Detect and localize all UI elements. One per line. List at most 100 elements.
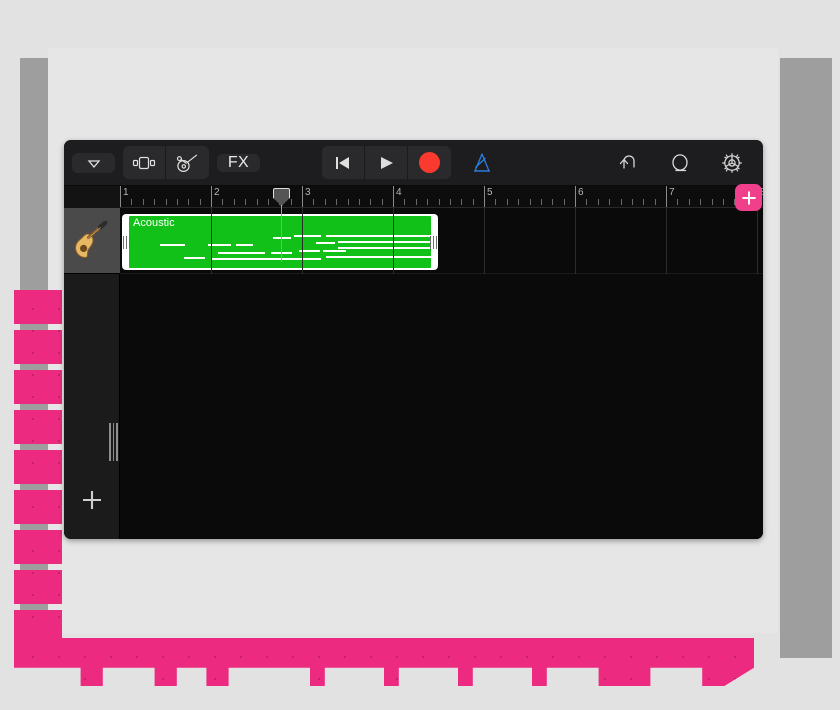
ruler-bar-number: 2 — [214, 187, 220, 198]
settings-button[interactable] — [709, 150, 755, 176]
transport-group — [322, 146, 451, 179]
ruler-sub-tick — [165, 199, 167, 205]
ruler-sub-tick — [381, 199, 383, 205]
ruler-sub-tick — [142, 199, 144, 205]
undo-button[interactable] — [605, 152, 651, 174]
region-left-handle[interactable] — [123, 236, 130, 249]
plus-icon — [83, 491, 101, 509]
ruler-sub-tick — [722, 199, 724, 205]
record-icon — [419, 152, 440, 173]
ruler-sub-tick — [438, 199, 440, 205]
guitar-icon — [176, 154, 197, 172]
lane-gridline — [393, 208, 394, 274]
ruler-bar-number: 6 — [578, 187, 584, 198]
view-group — [123, 146, 209, 179]
plus-icon — [741, 190, 756, 205]
toolbar-right-group — [605, 150, 755, 176]
lane-gridline — [484, 208, 485, 274]
timeline-ruler[interactable]: 12345678 — [120, 186, 763, 208]
ruler-sub-tick — [324, 199, 326, 205]
add-region-button[interactable] — [735, 184, 762, 211]
ruler-sub-tick — [643, 199, 645, 205]
tracks-view-icon — [132, 156, 156, 169]
gear-icon — [722, 152, 742, 173]
ruler-sub-tick — [427, 199, 429, 205]
midi-note — [212, 258, 322, 260]
ruler-sub-tick — [449, 199, 451, 205]
ruler-sub-tick — [245, 199, 247, 205]
ruler-sub-tick — [176, 199, 178, 205]
ruler-sub-tick — [620, 199, 622, 205]
ruler-sub-tick — [597, 199, 599, 205]
ruler-ticks: 12345678 — [120, 186, 763, 207]
play-button[interactable] — [365, 146, 408, 179]
midi-note — [326, 235, 431, 237]
ruler-sub-tick — [131, 199, 133, 205]
midi-note — [273, 237, 292, 239]
ruler-sub-tick — [529, 199, 531, 205]
rewind-button[interactable] — [322, 146, 365, 179]
ruler-sub-tick — [688, 199, 690, 205]
ruler-sub-tick — [358, 199, 360, 205]
toolbar-left-group: FX — [72, 146, 260, 179]
region-body: Acoustic — [129, 216, 431, 268]
ruler-sub-tick — [472, 199, 474, 205]
ruler-sub-tick — [506, 199, 508, 205]
midi-note — [294, 235, 322, 237]
decorative-gray-bar-right — [780, 58, 832, 658]
ruler-sub-tick — [336, 199, 338, 205]
ruler-bar-number: 5 — [487, 187, 493, 198]
ruler-bar-number: 1 — [123, 187, 129, 198]
midi-note — [160, 244, 185, 246]
midi-note — [316, 242, 335, 244]
daw-window: FX 1 2 3 4 5 6 7 Acoustic — [64, 140, 763, 539]
metronome-icon — [474, 152, 490, 172]
ruler-sub-tick — [563, 199, 565, 205]
lane-gridline — [575, 208, 576, 274]
ruler-sub-tick — [586, 199, 588, 205]
midi-note — [323, 250, 347, 252]
region-label: Acoustic — [133, 217, 175, 229]
decorative-pink-band-vertical — [14, 290, 62, 650]
loop-icon — [672, 153, 688, 171]
instrument-button[interactable] — [166, 146, 209, 179]
ruler-sub-tick — [188, 199, 190, 205]
fx-label: FX — [227, 153, 250, 171]
record-button[interactable] — [408, 146, 451, 179]
region-acoustic[interactable]: Acoustic — [122, 214, 438, 270]
track-view-toggle[interactable] — [123, 146, 166, 179]
ruler-sub-tick — [461, 199, 463, 205]
ruler-sub-tick — [609, 199, 611, 205]
lane-gridline — [757, 208, 758, 274]
metronome-button[interactable] — [459, 151, 505, 175]
midi-note — [271, 252, 293, 254]
region-right-handle[interactable] — [430, 236, 437, 249]
midi-note — [350, 247, 431, 249]
ruler-bar-number: 4 — [396, 187, 402, 198]
ruler-sub-tick — [540, 199, 542, 205]
add-track-button[interactable] — [64, 487, 120, 513]
loop-button[interactable] — [657, 151, 703, 175]
midi-note — [184, 257, 205, 259]
ruler-sub-tick — [370, 199, 372, 205]
ruler-sub-tick — [677, 199, 679, 205]
ruler-sub-tick — [711, 199, 713, 205]
ruler-sub-tick — [313, 199, 315, 205]
fx-button[interactable]: FX — [217, 153, 260, 172]
navigation-toggle[interactable] — [72, 152, 115, 173]
rewind-icon — [336, 156, 349, 169]
track-area: Acoustic — [64, 208, 763, 539]
ruler-sub-tick — [518, 199, 520, 205]
ruler-sub-tick — [631, 199, 633, 205]
ruler-sub-tick — [199, 199, 201, 205]
ruler-sub-tick — [267, 199, 269, 205]
play-icon — [381, 156, 393, 169]
ruler-sub-tick — [700, 199, 702, 205]
track-header-acoustic[interactable] — [64, 208, 120, 274]
acoustic-guitar-icon — [74, 220, 108, 258]
ruler-sub-tick — [233, 199, 235, 205]
timeline-lanes[interactable]: Acoustic — [120, 208, 763, 539]
ruler-sub-tick — [347, 199, 349, 205]
midi-note — [325, 256, 431, 258]
midi-note — [338, 241, 431, 243]
